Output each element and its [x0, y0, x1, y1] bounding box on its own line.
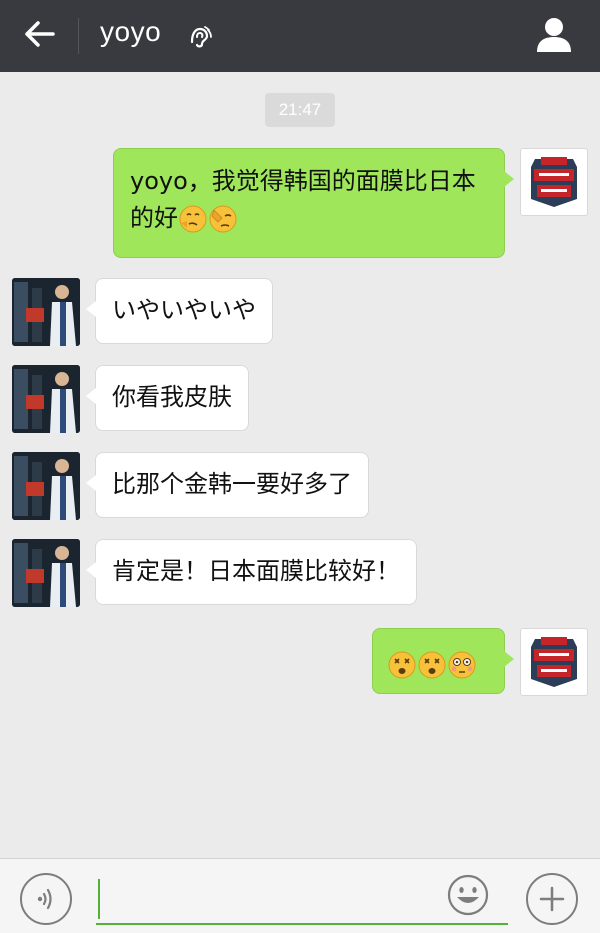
show-logo-avatar-image — [531, 637, 577, 687]
contact-photo-image — [12, 365, 80, 433]
contact-photo-image — [12, 452, 80, 520]
thinking-face-emoji — [179, 205, 207, 233]
chat-info-button[interactable] — [534, 14, 574, 54]
message-text: 你看我皮肤 — [112, 383, 232, 411]
message-text: 肯定是！日本面膜比较好！ — [112, 557, 400, 585]
dizzy-face-emoji — [388, 651, 416, 679]
contact-avatar[interactable] — [12, 278, 80, 346]
dizzy-face-emoji — [418, 651, 446, 679]
back-button[interactable] — [18, 14, 62, 54]
flushed-face-emoji — [448, 651, 476, 679]
facepalm-emoji — [209, 205, 237, 233]
input-bar — [0, 858, 600, 933]
person-icon — [537, 18, 571, 52]
text-cursor — [98, 879, 100, 919]
voice-input-icon — [37, 888, 52, 910]
message-bubble-received[interactable]: 肯定是！日本面膜比较好！ — [86, 539, 417, 605]
message-list[interactable]: 21:47 yoyo，我觉得韩国的面膜比日本的好 いやいやいや 你看我皮肤 比那… — [0, 72, 600, 858]
message-text: いやいやいや — [112, 296, 256, 324]
more-options-button[interactable] — [526, 873, 578, 925]
contact-avatar[interactable] — [12, 539, 80, 607]
message-timestamp: 21:47 — [265, 93, 335, 127]
contact-avatar[interactable] — [12, 365, 80, 433]
arrow-left-icon — [25, 21, 55, 47]
message-bubble-sent[interactable]: yoyo，我觉得韩国的面膜比日本的好 — [113, 148, 514, 258]
show-logo-avatar-image — [531, 157, 577, 207]
contact-photo-image — [12, 278, 80, 346]
message-bubble-received[interactable]: いやいやいや — [86, 278, 273, 344]
plus-icon — [539, 886, 565, 912]
smiley-icon — [447, 874, 489, 916]
header-divider — [78, 18, 79, 54]
voice-input-button[interactable] — [20, 873, 72, 925]
message-bubble-sent[interactable] — [372, 628, 514, 694]
my-avatar[interactable] — [520, 628, 588, 696]
emoji-button[interactable] — [446, 873, 490, 917]
my-avatar[interactable] — [520, 148, 588, 216]
message-text: 比那个金韩一要好多了 — [112, 470, 352, 498]
message-bubble-received[interactable]: 你看我皮肤 — [86, 365, 249, 431]
earpiece-mode-icon — [190, 26, 212, 48]
chat-title: yoyo — [100, 16, 162, 47]
contact-avatar[interactable] — [12, 452, 80, 520]
chat-header: yoyo — [0, 0, 600, 72]
contact-photo-image — [12, 539, 80, 607]
message-bubble-received[interactable]: 比那个金韩一要好多了 — [86, 452, 369, 518]
